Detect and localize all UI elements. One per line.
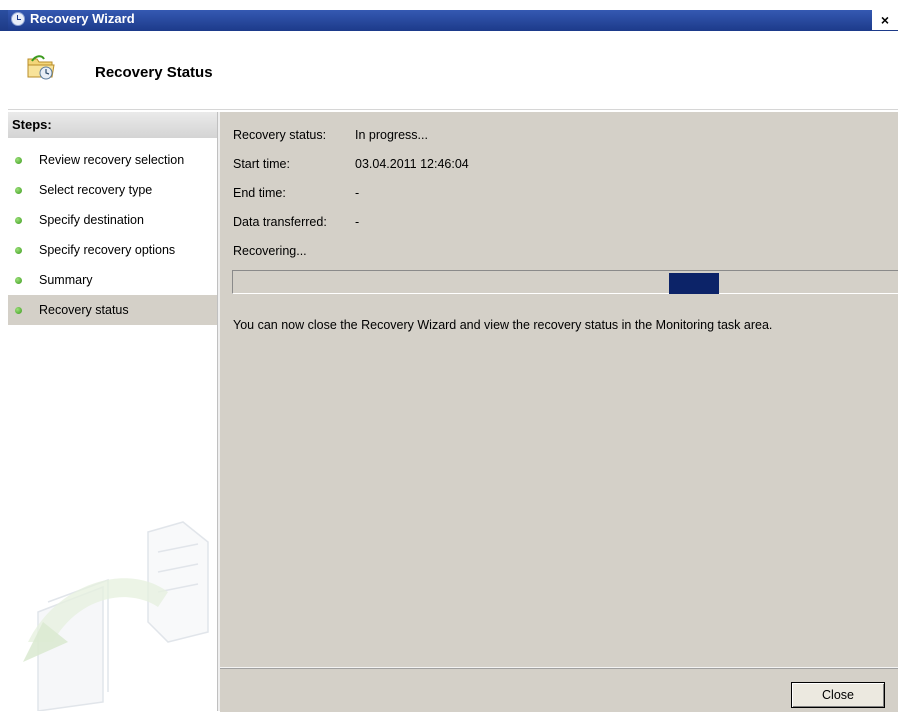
- recovery-status-value: In progress...: [355, 128, 428, 142]
- wizard-footer: Close: [220, 667, 898, 712]
- recovery-progress-bar: [232, 270, 898, 294]
- clock-icon: [11, 12, 25, 26]
- close-wizard-note: You can now close the Recovery Wizard an…: [233, 318, 773, 332]
- window-close-button[interactable]: ×: [872, 8, 898, 30]
- title-bar-strip: [8, 10, 892, 31]
- step-label: Summary: [39, 273, 93, 287]
- step-bullet-icon: [15, 157, 22, 164]
- step-bullet-icon: [15, 247, 22, 254]
- step-bullet-icon: [15, 217, 22, 224]
- steps-pane: Steps: Review recovery selection Select …: [8, 112, 217, 711]
- step-bullet-icon: [15, 307, 22, 314]
- footer-separator: [220, 668, 898, 669]
- end-time-value: -: [355, 186, 360, 200]
- data-transferred-value: -: [355, 215, 360, 229]
- step-review-recovery-selection: Review recovery selection: [8, 145, 217, 175]
- step-bullet-icon: [15, 277, 22, 284]
- close-button[interactable]: Close: [791, 682, 885, 708]
- step-bullet-icon: [15, 187, 22, 194]
- step-summary: Summary: [8, 265, 217, 295]
- status-pane: Recovery status: In progress... Start ti…: [220, 112, 898, 667]
- steps-heading: Steps:: [8, 112, 217, 138]
- step-specify-recovery-options: Specify recovery options: [8, 235, 217, 265]
- activity-label: Recovering...: [233, 244, 307, 258]
- recovery-status-label: Recovery status:: [233, 128, 327, 142]
- data-transferred-label: Data transferred:: [233, 215, 327, 229]
- wizard-header: Recovery Status: [8, 31, 898, 110]
- step-label: Specify recovery options: [39, 243, 176, 257]
- page-title: Recovery Status: [95, 64, 213, 81]
- recovery-watermark-icon: [23, 521, 209, 711]
- step-specify-destination: Specify destination: [8, 205, 217, 235]
- progress-marquee-block: [669, 273, 719, 294]
- step-label: Review recovery selection: [39, 153, 185, 167]
- start-time-value: 03.04.2011 12:46:04: [355, 157, 469, 171]
- step-label: Specify destination: [39, 213, 144, 227]
- window-title: Recovery Wizard: [30, 11, 135, 26]
- end-time-label: End time:: [233, 186, 286, 200]
- start-time-label: Start time:: [233, 157, 290, 171]
- step-recovery-status: Recovery status: [8, 295, 217, 325]
- step-select-recovery-type: Select recovery type: [8, 175, 217, 205]
- step-label: Select recovery type: [39, 183, 153, 197]
- folder-recovery-icon: [27, 55, 55, 80]
- step-label: Recovery status: [39, 303, 129, 317]
- title-bar: Recovery Wizard ×: [0, 0, 898, 31]
